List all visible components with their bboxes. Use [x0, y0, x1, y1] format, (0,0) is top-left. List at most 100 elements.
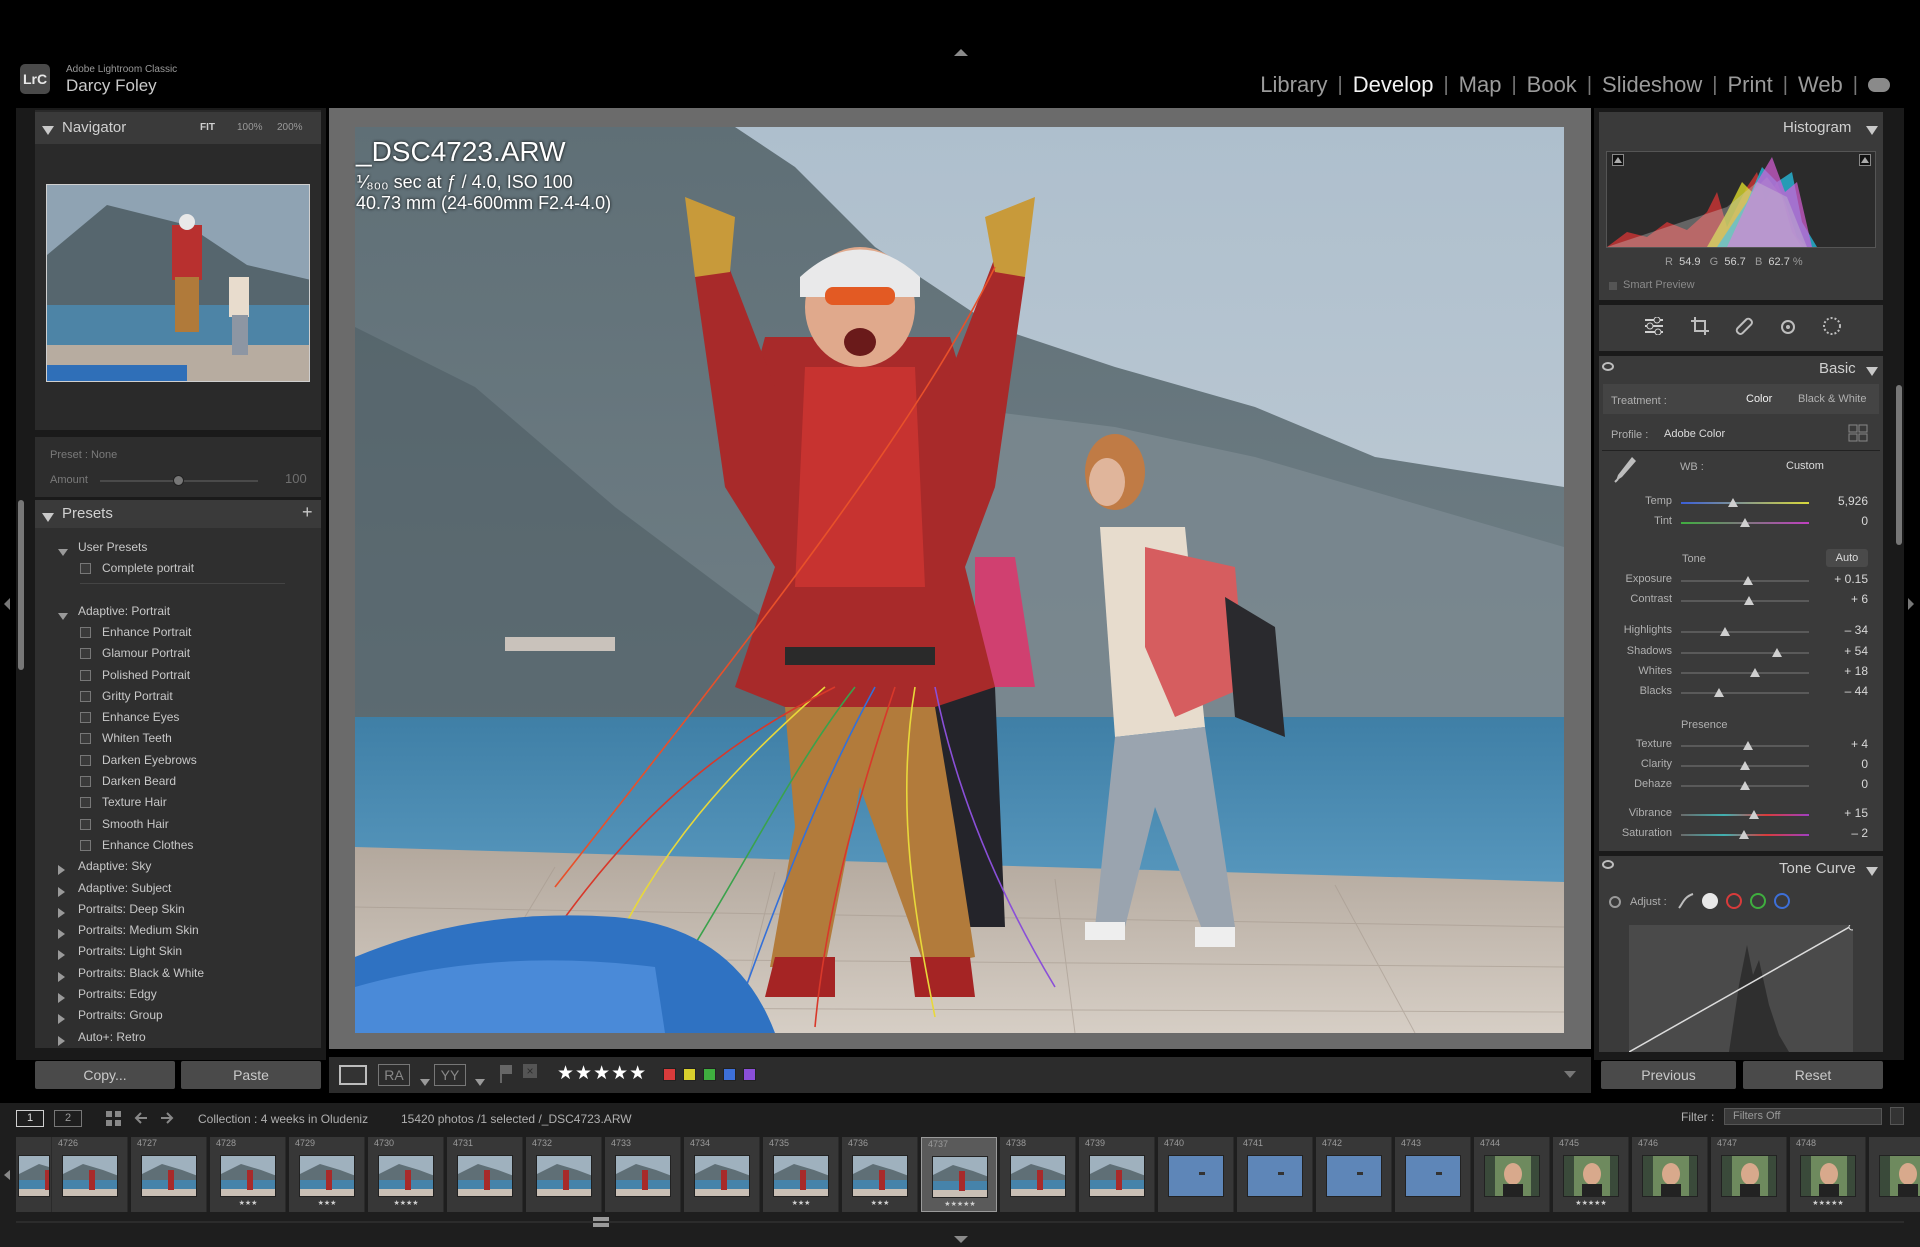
- highlight-clipping-icon[interactable]: [1859, 154, 1871, 166]
- edit-sliders-icon[interactable]: [1643, 316, 1665, 336]
- basic-visibility-icon[interactable]: [1602, 362, 1614, 371]
- preset-checkbox[interactable]: [80, 797, 91, 809]
- loupe-view-icon[interactable]: [339, 1065, 367, 1085]
- dehaze-value[interactable]: 0: [1808, 777, 1868, 791]
- window-2-button[interactable]: 2: [54, 1110, 82, 1127]
- preset-group-toggle-icon[interactable]: [58, 543, 68, 561]
- preset-group-toggle-icon[interactable]: [58, 862, 65, 880]
- filmstrip-thumbnail[interactable]: [1089, 1155, 1145, 1197]
- filmstrip-thumbnail[interactable]: [615, 1155, 671, 1197]
- preset-group-toggle-icon[interactable]: [58, 969, 65, 987]
- wb-value[interactable]: Custom: [1786, 460, 1824, 472]
- treatment-bw[interactable]: Black & White: [1798, 393, 1866, 405]
- left-panel-scrollbar[interactable]: [18, 500, 24, 670]
- preset-item[interactable]: Glamour Portrait: [102, 646, 190, 660]
- paste-button[interactable]: Paste: [181, 1061, 321, 1089]
- preset-item[interactable]: Texture Hair: [102, 795, 167, 809]
- preset-checkbox[interactable]: [80, 733, 91, 745]
- filmstrip-cell[interactable]: 4730 ★★★★: [368, 1137, 444, 1212]
- filmstrip-cell[interactable]: 4736 ★★★: [842, 1137, 918, 1212]
- add-preset-icon[interactable]: +: [302, 502, 313, 523]
- back-arrow-icon[interactable]: [134, 1111, 148, 1125]
- filmstrip-thumbnail[interactable]: [1168, 1155, 1224, 1197]
- filmstrip-thumbnail[interactable]: [1879, 1155, 1920, 1197]
- preset-item[interactable]: Darken Beard: [102, 774, 176, 788]
- preset-group-6[interactable]: Portraits: Light Skin: [78, 944, 182, 958]
- crop-icon[interactable]: [1690, 316, 1710, 336]
- whites-slider-thumb[interactable]: [1750, 668, 1761, 677]
- filmstrip-thumbnail[interactable]: [1800, 1155, 1856, 1197]
- filmstrip-thumbnail[interactable]: [18, 1155, 50, 1197]
- filmstrip-cell[interactable]: 4748 ★★★★★: [1790, 1137, 1866, 1212]
- shadows-slider-thumb[interactable]: [1772, 648, 1782, 657]
- preset-group-9[interactable]: Portraits: Group: [78, 1008, 163, 1022]
- preset-item[interactable]: Smooth Hair: [102, 817, 169, 831]
- treatment-color[interactable]: Color: [1746, 393, 1772, 405]
- filmstrip-cell[interactable]: 4728 ★★★: [210, 1137, 286, 1212]
- contrast-slider-thumb[interactable]: [1743, 596, 1754, 605]
- target-adjust-icon[interactable]: [1609, 896, 1621, 908]
- before-after-ra-dropdown[interactable]: [420, 1073, 430, 1091]
- shadows-slider-track[interactable]: [1681, 652, 1809, 654]
- filmstrip-cell[interactable]: 4738: [1000, 1137, 1076, 1212]
- module-slideshow[interactable]: Slideshow: [1592, 72, 1712, 98]
- main-photo[interactable]: [355, 127, 1564, 1033]
- auto-tone-button[interactable]: Auto: [1826, 549, 1868, 567]
- top-panel-toggle-icon[interactable]: [954, 49, 968, 56]
- preset-group-4[interactable]: Portraits: Deep Skin: [78, 902, 185, 916]
- filmstrip-cell[interactable]: 4742: [1316, 1137, 1392, 1212]
- preset-checkbox[interactable]: [80, 754, 91, 766]
- vibrance-slider-track[interactable]: [1681, 814, 1809, 816]
- filmstrip-thumbnail[interactable]: [62, 1155, 118, 1197]
- filmstrip-cell[interactable]: 4743: [1395, 1137, 1471, 1212]
- filmstrip-thumbnail[interactable]: [1563, 1155, 1619, 1197]
- filmstrip-thumbnail[interactable]: [852, 1155, 908, 1197]
- filmstrip-cell[interactable]: [1869, 1137, 1920, 1212]
- filmstrip-cell[interactable]: 4732: [526, 1137, 602, 1212]
- filmstrip-cell[interactable]: 4747: [1711, 1137, 1787, 1212]
- clarity-slider-thumb[interactable]: [1740, 761, 1750, 770]
- parametric-curve-icon[interactable]: [1678, 893, 1694, 909]
- filmstrip-thumbnail[interactable]: [457, 1155, 513, 1197]
- preset-item[interactable]: Darken Eyebrows: [102, 753, 197, 767]
- filmstrip-cell[interactable]: 4744: [1474, 1137, 1550, 1212]
- filter-dropdown[interactable]: Filters Off: [1724, 1108, 1882, 1125]
- temp-value[interactable]: 5,926: [1808, 494, 1868, 508]
- color-label-0[interactable]: [663, 1068, 676, 1081]
- preset-group-7[interactable]: Portraits: Black & White: [78, 966, 204, 980]
- highlights-value[interactable]: – 34: [1808, 623, 1868, 637]
- collection-source[interactable]: Collection : 4 weeks in Oludeniz: [198, 1112, 368, 1126]
- amount-slider-thumb[interactable]: [173, 475, 184, 486]
- blacks-value[interactable]: – 44: [1808, 684, 1868, 698]
- filmstrip-cell[interactable]: 4739: [1079, 1137, 1155, 1212]
- filmstrip-cell[interactable]: 4729 ★★★: [289, 1137, 365, 1212]
- preset-group-2[interactable]: Adaptive: Sky: [78, 859, 151, 873]
- navigator-collapse-icon[interactable]: [42, 122, 54, 140]
- preset-item[interactable]: Enhance Eyes: [102, 710, 179, 724]
- color-label-2[interactable]: [703, 1068, 716, 1081]
- filmstrip-thumbnail[interactable]: [1484, 1155, 1540, 1197]
- preset-group-toggle-icon[interactable]: [58, 607, 68, 625]
- color-label-3[interactable]: [723, 1068, 736, 1081]
- grid-view-icon[interactable]: [106, 1111, 122, 1127]
- right-panel-toggle-icon[interactable]: [1908, 598, 1914, 610]
- preset-group-8[interactable]: Portraits: Edgy: [78, 987, 157, 1001]
- zoom-fit[interactable]: FIT: [200, 122, 215, 133]
- preset-item[interactable]: Enhance Portrait: [102, 625, 191, 639]
- histogram-graph[interactable]: [1606, 151, 1876, 248]
- preset-item[interactable]: Gritty Portrait: [102, 689, 173, 703]
- shadow-clipping-icon[interactable]: [1612, 154, 1624, 166]
- preset-checkbox[interactable]: [80, 626, 91, 638]
- module-book[interactable]: Book: [1517, 72, 1587, 98]
- filmstrip-scroll-track[interactable]: [16, 1221, 1904, 1223]
- profile-browser-icon[interactable]: [1848, 424, 1868, 442]
- preset-group-toggle-icon[interactable]: [58, 990, 65, 1008]
- filmstrip-thumbnail[interactable]: [1721, 1155, 1777, 1197]
- reset-button[interactable]: Reset: [1743, 1061, 1883, 1089]
- tint-slider-thumb[interactable]: [1740, 518, 1750, 527]
- filmstrip-thumbnail[interactable]: [220, 1155, 276, 1197]
- tone-curve-graph[interactable]: [1629, 925, 1853, 1052]
- tone-curve-visibility-icon[interactable]: [1602, 860, 1614, 869]
- filmstrip-thumbnail[interactable]: [932, 1156, 988, 1198]
- window-1-button[interactable]: 1: [16, 1110, 44, 1127]
